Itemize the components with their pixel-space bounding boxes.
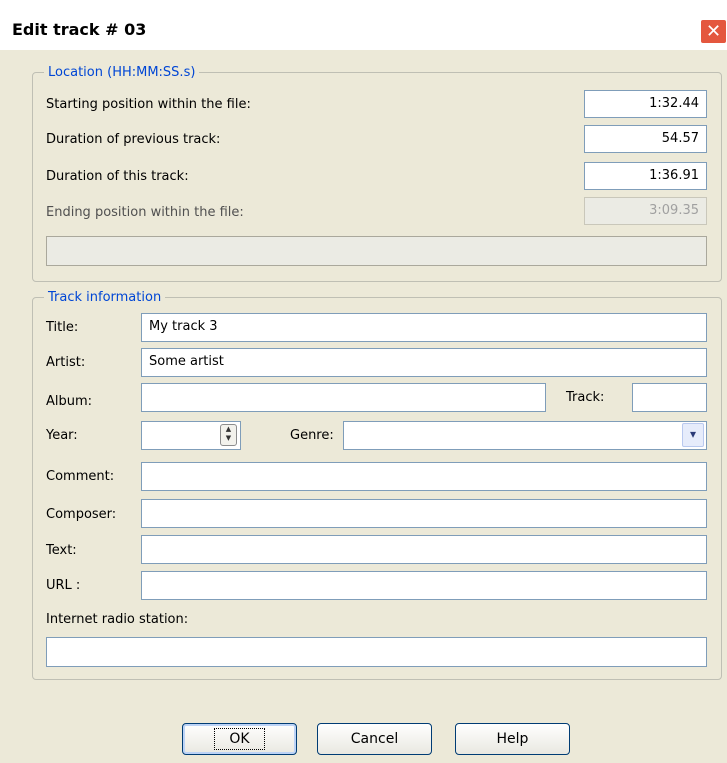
ok-button-label: OK	[214, 728, 265, 750]
url-input[interactable]	[141, 571, 707, 600]
dialog-title: Edit track # 03	[12, 20, 147, 39]
close-icon: ✕	[705, 21, 722, 42]
album-label: Album:	[46, 394, 93, 409]
comment-input[interactable]	[141, 462, 707, 491]
radio-station-label: Internet radio station:	[46, 612, 189, 627]
radio-station-input[interactable]	[46, 637, 707, 667]
genre-select[interactable]	[343, 421, 707, 450]
year-label: Year:	[46, 428, 78, 443]
title-input[interactable]: My track 3	[141, 313, 707, 342]
comment-label: Comment:	[46, 469, 115, 484]
help-button-label: Help	[496, 731, 529, 747]
genre-label: Genre:	[290, 428, 334, 443]
ok-button[interactable]: OK	[182, 723, 297, 755]
help-button[interactable]: Help	[455, 723, 570, 755]
ending-position-input: 3:09.35	[584, 197, 707, 225]
artist-input[interactable]: Some artist	[141, 348, 707, 377]
spinner-arrows-icon: ▲ ▼	[225, 425, 232, 442]
text-input[interactable]	[141, 535, 707, 564]
cancel-button[interactable]: Cancel	[317, 723, 432, 755]
ending-position-label: Ending position within the file:	[46, 205, 244, 220]
starting-position-label: Starting position within the file:	[46, 97, 251, 112]
year-spinner[interactable]: ▲ ▼	[220, 424, 237, 446]
location-legend: Location (HH:MM:SS.s)	[44, 65, 200, 81]
album-input[interactable]	[141, 383, 546, 412]
close-button[interactable]: ✕	[700, 19, 727, 44]
track-number-input[interactable]	[632, 383, 707, 412]
previous-duration-label: Duration of previous track:	[46, 132, 221, 147]
url-label: URL :	[46, 578, 81, 593]
track-number-label: Track:	[566, 390, 605, 405]
composer-input[interactable]	[141, 499, 707, 528]
composer-label: Composer:	[46, 507, 117, 522]
title-bar: Edit track # 03 ✕	[0, 0, 727, 50]
title-label: Title:	[46, 320, 79, 335]
position-bar	[46, 236, 707, 266]
edit-track-dialog: Edit track # 03 ✕ Location (HH:MM:SS.s) …	[0, 0, 727, 763]
artist-label: Artist:	[46, 355, 86, 370]
text-label: Text:	[46, 543, 77, 558]
cancel-button-label: Cancel	[350, 731, 399, 747]
track-info-legend: Track information	[44, 290, 166, 306]
genre-dropdown-button[interactable]: ▾	[682, 423, 704, 447]
track-duration-input[interactable]: 1:36.91	[584, 162, 707, 190]
chevron-down-icon: ▾	[689, 427, 697, 441]
previous-duration-input[interactable]: 54.57	[584, 125, 707, 153]
starting-position-input[interactable]: 1:32.44	[584, 90, 707, 118]
track-duration-label: Duration of this track:	[46, 169, 189, 184]
